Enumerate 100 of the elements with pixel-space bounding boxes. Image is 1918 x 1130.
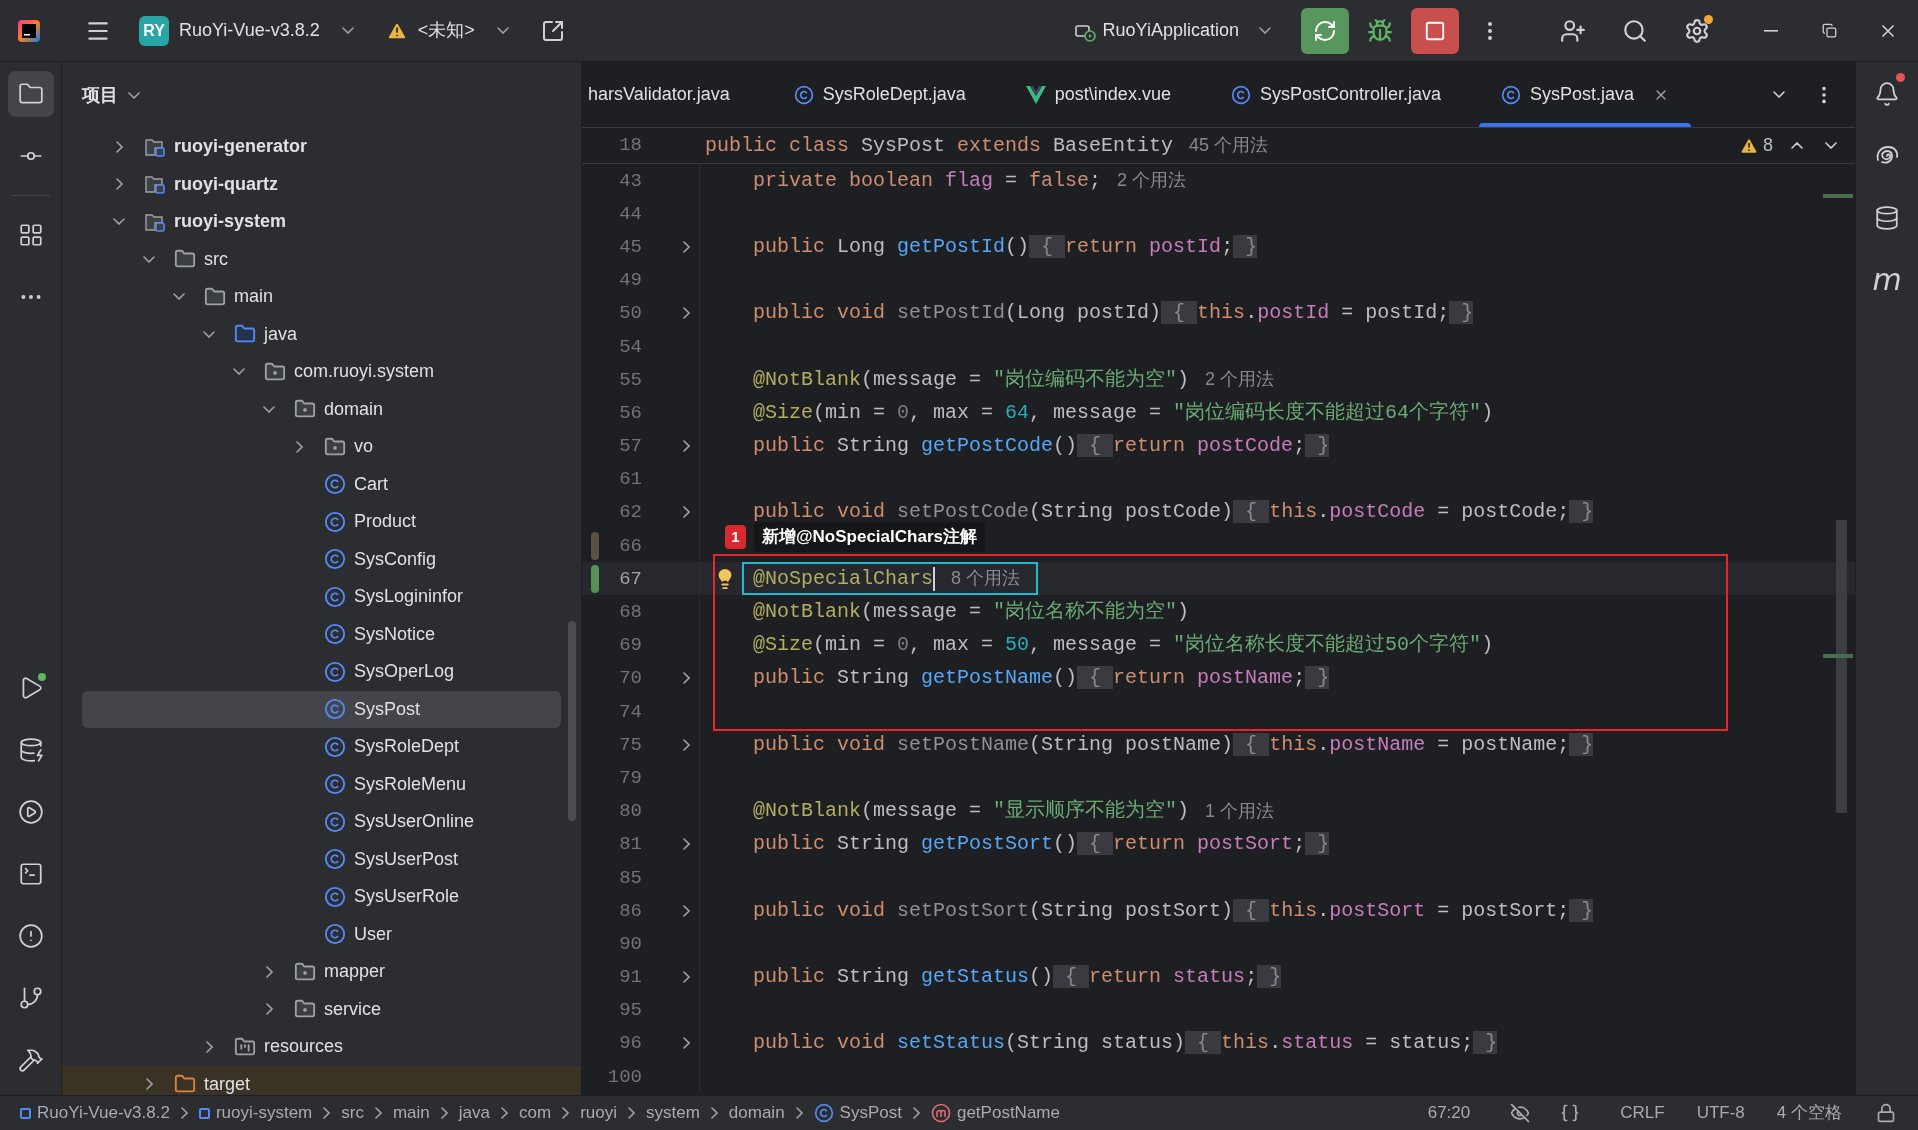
- tree-item[interactable]: ruoyi-generator: [82, 128, 561, 166]
- editor-tab[interactable]: harsValidator.java: [582, 62, 764, 127]
- maven-button[interactable]: m: [1872, 265, 1902, 295]
- usage-hint[interactable]: 8 个用法: [951, 565, 1021, 593]
- terminal-icon[interactable]: [17, 861, 44, 887]
- bell-icon[interactable]: [1874, 81, 1900, 107]
- chevron-down-icon[interactable]: [203, 330, 215, 338]
- stop-button[interactable]: [1411, 7, 1459, 54]
- tree-item[interactable]: SysRoleMenu: [82, 765, 561, 803]
- alert-icon[interactable]: [17, 923, 44, 949]
- caret-position[interactable]: 67:20: [1427, 1100, 1471, 1126]
- minimize-icon[interactable]: [1764, 29, 1778, 32]
- tree-item[interactable]: java: [82, 315, 561, 353]
- chevron-down-icon[interactable]: [113, 218, 125, 226]
- branch-icon[interactable]: [17, 985, 44, 1011]
- restore-icon[interactable]: [1822, 23, 1837, 38]
- rerun-button[interactable]: [1301, 7, 1349, 54]
- settings-icon[interactable]: [1684, 17, 1710, 44]
- breadcrumb[interactable]: java: [458, 1100, 490, 1126]
- chevron-down-icon[interactable]: [233, 368, 245, 376]
- tree-item[interactable]: SysUserPost: [82, 840, 561, 878]
- tree-item[interactable]: service: [82, 990, 561, 1028]
- previous-icon[interactable]: [1791, 142, 1803, 149]
- tool-window-button[interactable]: [7, 71, 54, 117]
- fold-icon[interactable]: [682, 971, 690, 984]
- braces-icon[interactable]: [1560, 1103, 1581, 1123]
- fold-icon[interactable]: [682, 506, 690, 519]
- file-encoding[interactable]: UTF-8: [1696, 1100, 1745, 1126]
- indent-setting[interactable]: 4 个空格: [1776, 1100, 1842, 1126]
- breadcrumb[interactable]: ruoyi-system: [198, 1100, 313, 1126]
- tab-list-icon[interactable]: [1773, 91, 1785, 98]
- tree-item[interactable]: mapper: [82, 953, 561, 991]
- tree-item[interactable]: target: [62, 1065, 581, 1095]
- scrollbar-thumb[interactable]: [568, 621, 576, 821]
- database-icon[interactable]: [17, 737, 44, 763]
- external-link-icon[interactable]: [540, 18, 565, 43]
- editor-tab[interactable]: SysRoleDept.java: [763, 62, 996, 127]
- search-icon[interactable]: [1622, 17, 1648, 44]
- line-separator[interactable]: CRLF: [1620, 1100, 1665, 1126]
- chevron-right-icon[interactable]: [295, 440, 303, 453]
- tree-item[interactable]: SysOperLog: [82, 653, 561, 691]
- chevron-right-icon[interactable]: [145, 1078, 153, 1091]
- fold-icon[interactable]: [682, 240, 690, 253]
- tree-item[interactable]: ruoyi-system: [82, 203, 561, 241]
- eye-off-icon[interactable]: [1510, 1103, 1531, 1123]
- tree-item[interactable]: SysNotice: [82, 615, 561, 653]
- breadcrumb[interactable]: SysPost: [813, 1100, 902, 1126]
- editor-tab[interactable]: SysPostController.java: [1200, 62, 1471, 127]
- tree-item[interactable]: SysRoleDept: [82, 728, 561, 766]
- folder-icon[interactable]: [17, 81, 44, 107]
- tree-item[interactable]: main: [82, 278, 561, 316]
- tree-item[interactable]: ruoyi-quartz: [82, 165, 561, 203]
- database-icon[interactable]: [1874, 205, 1900, 231]
- tree-item[interactable]: Cart: [82, 465, 561, 503]
- breadcrumb[interactable]: RuoYi-Vue-v3.8.2: [20, 1100, 170, 1126]
- next-icon[interactable]: [1825, 142, 1837, 149]
- grid-icon[interactable]: [17, 222, 44, 248]
- fold-icon[interactable]: [682, 672, 690, 685]
- chevron-right-icon[interactable]: [265, 965, 273, 978]
- fold-icon[interactable]: [682, 738, 690, 751]
- fold-icon[interactable]: [682, 904, 690, 917]
- usage-hint[interactable]: 45 个用法: [1189, 132, 1269, 159]
- tree-item[interactable]: domain: [82, 390, 561, 428]
- usage-hint[interactable]: 1 个用法: [1205, 797, 1275, 825]
- usage-hint[interactable]: 2 个用法: [1117, 167, 1187, 195]
- breadcrumb[interactable]: ruoyi: [580, 1100, 617, 1126]
- scrollbar-thumb[interactable]: [1836, 520, 1847, 813]
- breadcrumb[interactable]: getPostName: [930, 1100, 1060, 1126]
- chevron-right-icon[interactable]: [115, 140, 123, 153]
- fold-icon[interactable]: [682, 1037, 690, 1050]
- play-circle-icon[interactable]: [17, 799, 44, 825]
- inspection-widget[interactable]: 8: [1739, 132, 1773, 159]
- tree-item[interactable]: SysUserRole: [82, 878, 561, 916]
- tree-item[interactable]: vo: [82, 428, 561, 466]
- tree-item[interactable]: Product: [82, 503, 561, 541]
- breadcrumb[interactable]: com: [519, 1100, 552, 1126]
- editor-tab[interactable]: SysPost.java: [1471, 62, 1700, 127]
- hammer-icon[interactable]: [17, 1047, 44, 1073]
- lock-icon[interactable]: [1876, 1103, 1896, 1123]
- app-logo[interactable]: [18, 19, 40, 42]
- chevron-right-icon[interactable]: [265, 1003, 273, 1016]
- breadcrumb[interactable]: src: [341, 1100, 364, 1126]
- tree-item[interactable]: src: [82, 240, 561, 278]
- breadcrumb[interactable]: domain: [728, 1100, 785, 1126]
- tree-item[interactable]: User: [82, 915, 561, 953]
- fold-icon[interactable]: [682, 838, 690, 851]
- tree-item[interactable]: com.ruoyi.system: [82, 353, 561, 391]
- run-config-selector[interactable]: RuoYiApplication: [1066, 11, 1277, 50]
- chevron-down-icon[interactable]: [143, 255, 155, 263]
- editor-tab[interactable]: post\index.vue: [995, 62, 1201, 127]
- tree-item[interactable]: SysConfig: [82, 540, 561, 578]
- tree-item[interactable]: SysPost: [82, 690, 561, 728]
- tree-item[interactable]: SysUserOnline: [82, 803, 561, 841]
- chevron-down-icon[interactable]: [173, 293, 185, 301]
- change-marker[interactable]: [591, 564, 599, 593]
- fold-icon[interactable]: [682, 440, 690, 453]
- chevron-right-icon[interactable]: [205, 1040, 213, 1053]
- fold-icon[interactable]: [682, 307, 690, 320]
- add-user-icon[interactable]: [1560, 17, 1586, 44]
- usage-hint[interactable]: 2 个用法: [1205, 366, 1275, 394]
